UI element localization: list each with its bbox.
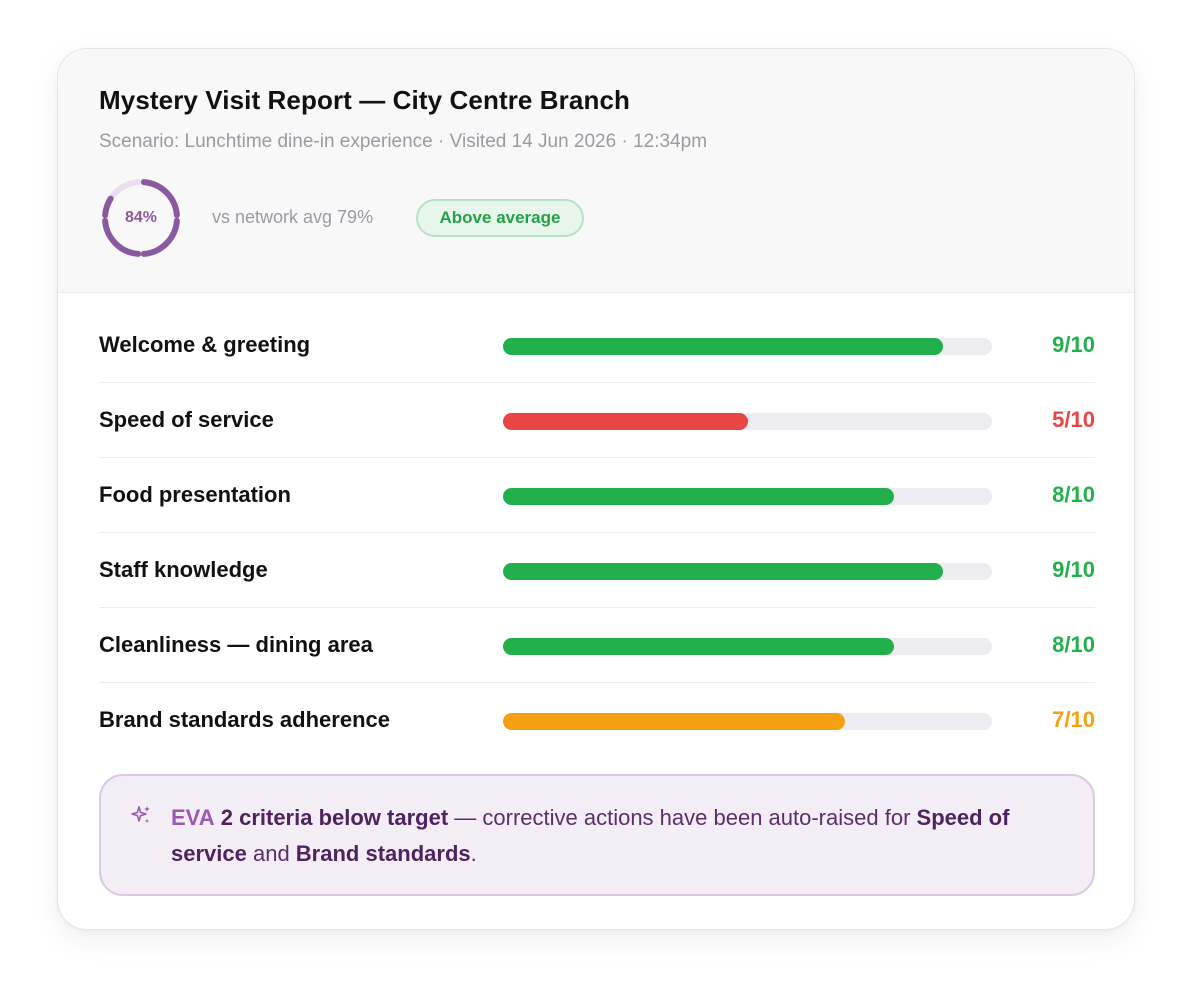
criteria-row: Speed of service 5/10 — [99, 383, 1095, 458]
criteria-label: Staff knowledge — [99, 557, 268, 582]
criteria-label: Food presentation — [99, 482, 291, 507]
criteria-label: Cleanliness — dining area — [99, 632, 373, 657]
overall-score-value: 84% — [124, 209, 158, 226]
criteria-score: 7/10 — [1052, 707, 1095, 732]
eva-callout: EVA 2 criteria below target — corrective… — [99, 774, 1095, 896]
criteria-label: Welcome & greeting — [99, 332, 311, 357]
overall-score-ring: 84% — [100, 177, 182, 259]
callout-headline: 2 criteria below target — [220, 805, 449, 830]
score-bar-track — [503, 563, 992, 580]
score-bar-fill — [503, 713, 846, 730]
score-bar-track — [503, 713, 992, 730]
criteria-score: 9/10 — [1052, 557, 1095, 582]
criteria-score: 5/10 — [1052, 407, 1095, 432]
criteria-list: Welcome & greeting 9/10 Speed of service 5/… — [99, 308, 1095, 758]
visit-subtitle: Scenario: Lunchtime dine-in experience ·… — [99, 131, 708, 152]
network-comparison: vs network avg 79% — [212, 207, 374, 227]
score-bar-track — [503, 488, 992, 505]
criteria-score: 8/10 — [1052, 632, 1095, 657]
criteria-label: Brand standards adherence — [99, 707, 390, 732]
callout-text-1: — corrective actions have been auto-rais… — [448, 805, 917, 830]
criteria-row: Cleanliness — dining area 8/10 — [99, 608, 1095, 683]
score-bar-fill — [503, 413, 748, 430]
sparkle-icon — [131, 806, 150, 823]
status-badge: Above average — [416, 199, 584, 237]
report-header: Mystery Visit Report — City Centre Branc… — [58, 49, 1134, 293]
page-title: Mystery Visit Report — City Centre Branc… — [99, 85, 630, 115]
score-bar-track — [503, 338, 992, 355]
report-card: Mystery Visit Report — City Centre Branc… — [57, 48, 1135, 930]
score-bar-fill — [503, 638, 895, 655]
score-bar-fill — [503, 488, 895, 505]
score-bar-track — [503, 413, 992, 430]
score-bar-track — [503, 638, 992, 655]
criteria-score: 8/10 — [1052, 482, 1095, 507]
score-bar-fill — [503, 338, 944, 355]
criteria-row: Brand standards adherence 7/10 — [99, 683, 1095, 758]
callout-message: EVA 2 criteria below target — corrective… — [171, 800, 1051, 872]
criteria-row: Welcome & greeting 9/10 — [99, 308, 1095, 383]
criteria-row: Food presentation 8/10 — [99, 458, 1095, 533]
callout-text-3: . — [470, 841, 477, 866]
criteria-row: Staff knowledge 9/10 — [99, 533, 1095, 608]
callout-text-2: and — [246, 841, 296, 866]
criteria-label: Speed of service — [99, 407, 274, 432]
score-bar-fill — [503, 563, 944, 580]
criteria-score: 9/10 — [1052, 332, 1095, 357]
eva-label: EVA — [171, 805, 215, 830]
callout-item-brand: Brand standards — [295, 841, 471, 866]
